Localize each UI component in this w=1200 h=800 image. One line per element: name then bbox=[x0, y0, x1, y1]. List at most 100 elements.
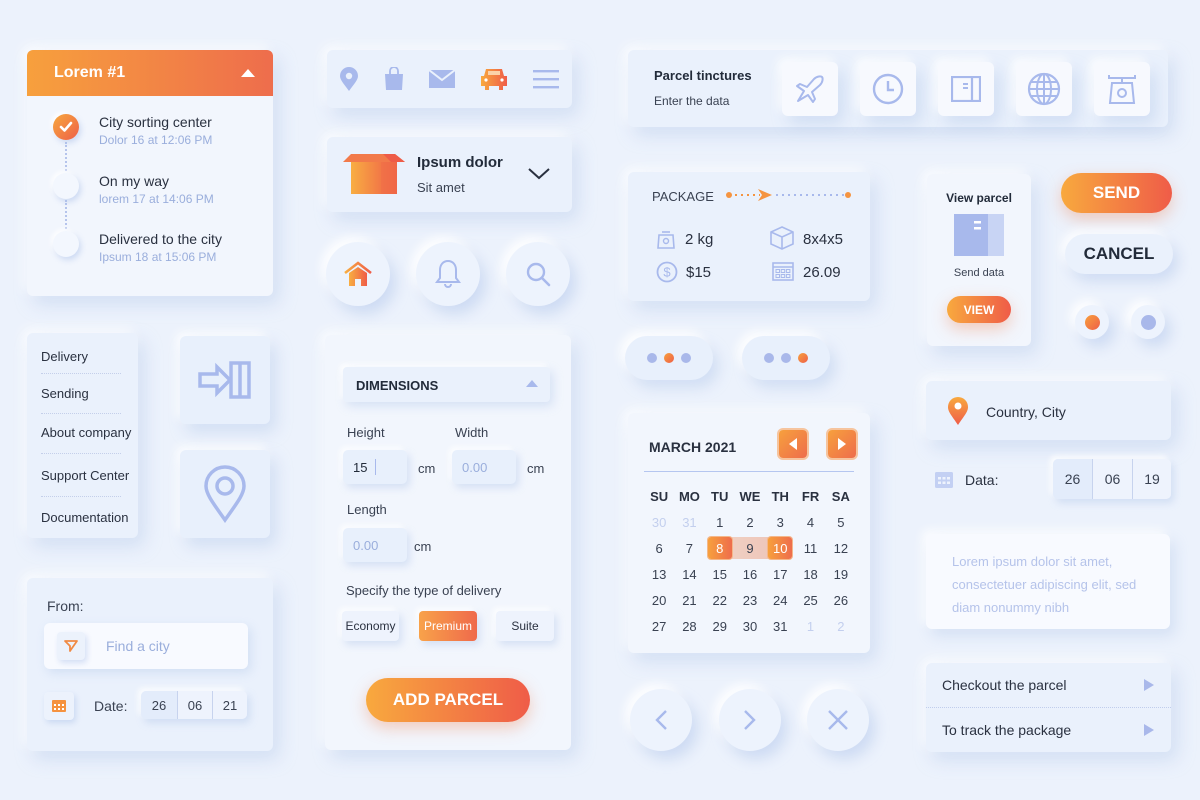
city-search-field[interactable]: Find a city bbox=[44, 623, 248, 669]
car-icon[interactable] bbox=[481, 68, 508, 90]
calendar-day[interactable]: 30 bbox=[644, 515, 674, 530]
width-input[interactable]: 0.00 bbox=[452, 450, 516, 484]
calendar-day[interactable]: 19 bbox=[826, 567, 856, 582]
calendar-day[interactable]: 12 bbox=[826, 541, 856, 556]
calendar-day[interactable]: 2 bbox=[826, 619, 856, 634]
radio-blue[interactable] bbox=[1131, 305, 1165, 339]
send-button[interactable]: SEND bbox=[1061, 173, 1172, 213]
calendar-day[interactable]: 6 bbox=[644, 541, 674, 556]
calendar-day[interactable]: 30 bbox=[735, 619, 765, 634]
data-day[interactable]: 26 bbox=[1053, 459, 1092, 499]
next-month-button[interactable] bbox=[828, 430, 856, 458]
calendar-day[interactable]: 26 bbox=[826, 593, 856, 608]
search-button[interactable] bbox=[506, 242, 570, 306]
calendar-day[interactable]: 27 bbox=[644, 619, 674, 634]
calendar-day[interactable]: 13 bbox=[644, 567, 674, 582]
calendar-day[interactable]: 5 bbox=[826, 515, 856, 530]
pager-dot-active[interactable] bbox=[664, 353, 674, 363]
location-pin-icon[interactable] bbox=[339, 67, 358, 91]
calendar-day[interactable]: 31 bbox=[674, 515, 704, 530]
calendar-day[interactable]: 31 bbox=[765, 619, 795, 634]
triangle-up-icon[interactable] bbox=[241, 69, 255, 77]
menu-item-delivery[interactable]: Delivery bbox=[41, 349, 88, 364]
calendar-day[interactable]: 10 bbox=[765, 541, 795, 556]
calendar-day[interactable]: 1 bbox=[705, 515, 735, 530]
login-tile[interactable] bbox=[180, 336, 270, 424]
pager[interactable] bbox=[625, 336, 713, 380]
calendar-day[interactable]: 1 bbox=[795, 619, 825, 634]
delivery-option-economy[interactable]: Economy bbox=[342, 611, 399, 641]
calendar-day[interactable]: 22 bbox=[705, 593, 735, 608]
date-month[interactable]: 06 bbox=[177, 691, 212, 719]
link-item[interactable]: To track the package bbox=[926, 708, 1171, 752]
location-tile[interactable] bbox=[180, 450, 270, 538]
date-day[interactable]: 26 bbox=[141, 691, 177, 719]
calendar-day[interactable]: 11 bbox=[795, 541, 825, 556]
link-item[interactable]: Checkout the parcel bbox=[926, 663, 1171, 707]
mail-icon[interactable] bbox=[429, 70, 456, 88]
clock-button[interactable] bbox=[860, 62, 916, 116]
height-input[interactable]: 15 bbox=[343, 450, 407, 484]
calendar-day[interactable]: 18 bbox=[795, 567, 825, 582]
book-button[interactable] bbox=[938, 62, 994, 116]
delivery-option-suite[interactable]: Suite bbox=[496, 611, 554, 641]
calendar-icon-box[interactable] bbox=[44, 692, 74, 720]
back-button[interactable] bbox=[630, 689, 692, 751]
calendar-day[interactable]: 24 bbox=[765, 593, 795, 608]
pager-dot[interactable] bbox=[764, 353, 774, 363]
calendar-day[interactable]: 16 bbox=[735, 567, 765, 582]
home-button[interactable] bbox=[326, 242, 390, 306]
length-input[interactable]: 0.00 bbox=[343, 528, 407, 562]
forward-button[interactable] bbox=[719, 689, 781, 751]
calendar-day[interactable]: 14 bbox=[674, 567, 704, 582]
calendar-day[interactable]: 23 bbox=[735, 593, 765, 608]
hamburger-menu-icon[interactable] bbox=[533, 69, 560, 89]
pager-dot[interactable] bbox=[781, 353, 791, 363]
notifications-button[interactable] bbox=[416, 242, 480, 306]
date-year[interactable]: 21 bbox=[212, 691, 247, 719]
menu-item-sending[interactable]: Sending bbox=[41, 386, 89, 401]
parcel-dropdown[interactable]: Ipsum dolor Sit amet bbox=[327, 137, 572, 212]
close-button[interactable] bbox=[807, 689, 869, 751]
calendar-day[interactable]: 29 bbox=[705, 619, 735, 634]
date-input[interactable]: 26 06 21 bbox=[141, 691, 247, 719]
menu-item-about[interactable]: About company bbox=[41, 425, 131, 440]
calendar-day[interactable]: 4 bbox=[795, 515, 825, 530]
view-button[interactable]: VIEW bbox=[947, 296, 1011, 323]
calendar-day[interactable]: 17 bbox=[765, 567, 795, 582]
data-date-input[interactable]: 26 06 19 bbox=[1053, 459, 1171, 499]
cancel-button[interactable]: CANCEL bbox=[1065, 234, 1173, 274]
location-field[interactable]: Country, City bbox=[926, 381, 1171, 440]
location-pin-icon bbox=[204, 465, 246, 523]
chevron-down-icon[interactable] bbox=[527, 167, 551, 181]
scale-button[interactable] bbox=[1094, 62, 1150, 116]
radio-orange-selected[interactable] bbox=[1075, 305, 1109, 339]
calendar-day[interactable]: 25 bbox=[795, 593, 825, 608]
prev-month-button[interactable] bbox=[779, 430, 807, 458]
menu-item-support[interactable]: Support Center bbox=[41, 468, 129, 483]
menu-item-docs[interactable]: Documentation bbox=[41, 510, 128, 525]
pager-dot-active[interactable] bbox=[798, 353, 808, 363]
message-textarea[interactable]: Lorem ipsum dolor sit amet, consectetuer… bbox=[926, 534, 1170, 629]
pager[interactable] bbox=[742, 336, 830, 380]
calendar-day[interactable]: 20 bbox=[644, 593, 674, 608]
calendar-day[interactable]: 7 bbox=[674, 541, 704, 556]
calendar-day[interactable]: 3 bbox=[765, 515, 795, 530]
globe-button[interactable] bbox=[1016, 62, 1072, 116]
pager-dot[interactable] bbox=[647, 353, 657, 363]
data-month[interactable]: 06 bbox=[1092, 459, 1132, 499]
data-year[interactable]: 19 bbox=[1132, 459, 1171, 499]
pager-dot[interactable] bbox=[681, 353, 691, 363]
calendar-day[interactable]: 8 bbox=[705, 541, 735, 556]
calendar-day[interactable]: 2 bbox=[735, 515, 765, 530]
airplane-button[interactable] bbox=[782, 62, 838, 116]
delivery-option-premium[interactable]: Premium bbox=[419, 611, 477, 641]
shopping-bag-icon[interactable] bbox=[384, 67, 404, 91]
dimensions-header[interactable]: DIMENSIONS bbox=[343, 367, 550, 402]
add-parcel-button[interactable]: ADD PARCEL bbox=[366, 678, 530, 722]
tracking-header[interactable]: Lorem #1 bbox=[27, 50, 273, 96]
calendar-day[interactable]: 9 bbox=[735, 541, 765, 556]
calendar-day[interactable]: 28 bbox=[674, 619, 704, 634]
calendar-day[interactable]: 15 bbox=[705, 567, 735, 582]
calendar-day[interactable]: 21 bbox=[674, 593, 704, 608]
